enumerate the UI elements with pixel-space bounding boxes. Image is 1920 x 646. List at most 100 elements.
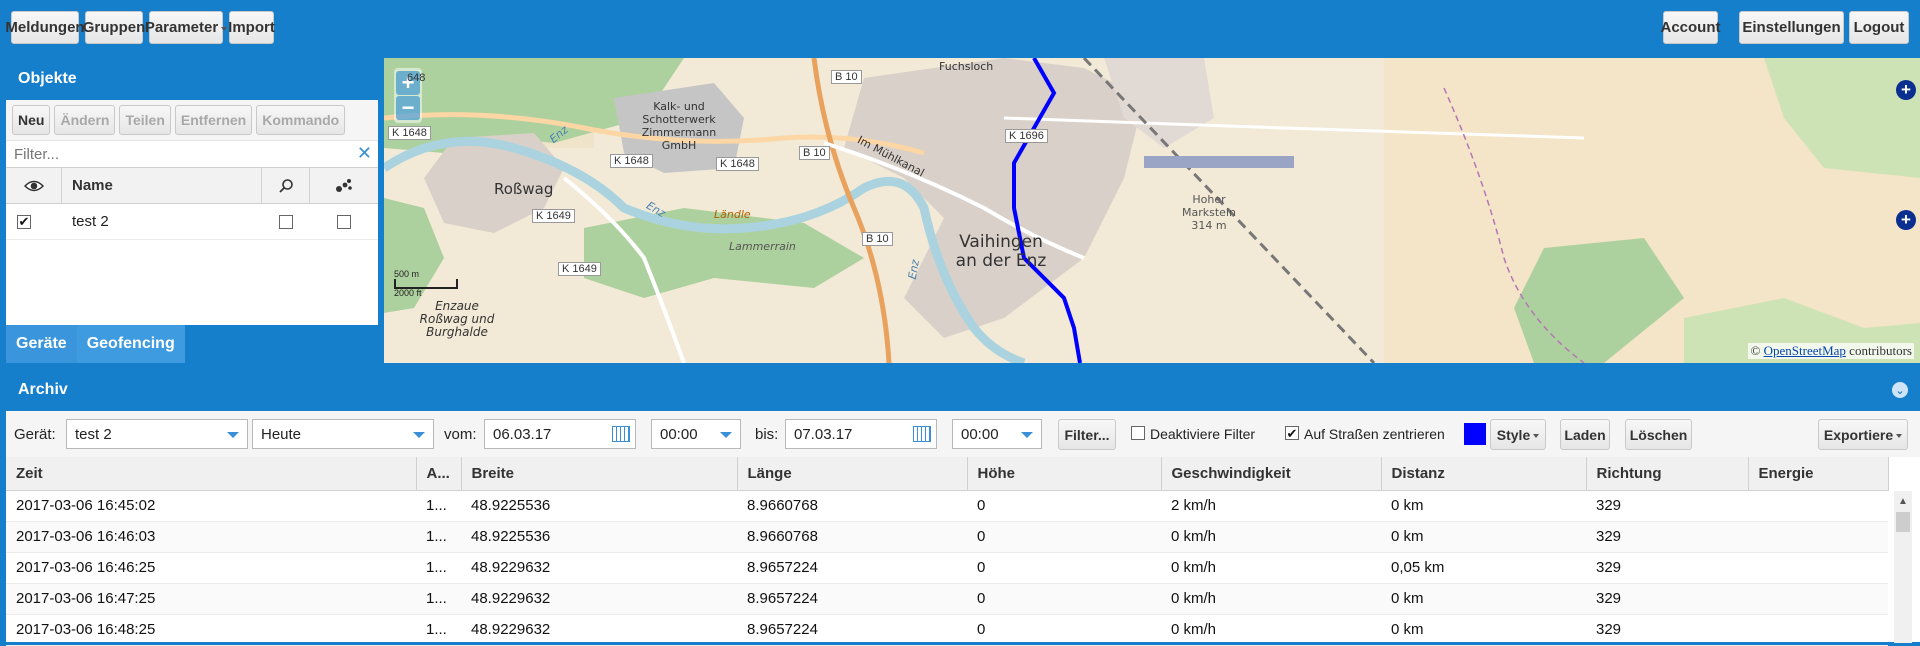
device-filter: ✕ xyxy=(6,140,378,168)
top-toolbar: Meldungen Gruppen Parameter Import Accou… xyxy=(0,0,1920,56)
trail-checkbox[interactable] xyxy=(337,214,351,229)
scroll-up-arrow-icon[interactable]: ▲ xyxy=(1894,494,1912,508)
collapse-icon[interactable]: ⌄ xyxy=(1892,382,1908,398)
trail-column-header[interactable] xyxy=(310,168,378,203)
snap-to-roads-label: Auf Straßen zentrieren xyxy=(1304,426,1445,442)
column-header-longitude[interactable]: Länge xyxy=(737,457,968,491)
period-select[interactable]: Heute xyxy=(252,419,434,449)
zoom-out-button[interactable]: − xyxy=(396,95,420,120)
map-scale-bar: 500 m 2000 ft xyxy=(394,270,458,298)
caret-down-icon xyxy=(1533,433,1540,438)
share-device-button[interactable]: Teilen xyxy=(119,105,171,135)
parameter-menu-button[interactable]: Parameter xyxy=(145,11,228,44)
cell-course: 329 xyxy=(1586,521,1748,553)
cell-distance: 0 km xyxy=(1381,614,1586,646)
device-select[interactable]: test 2 xyxy=(66,419,248,449)
cell-altitude: 0 xyxy=(967,521,1161,553)
attribution-prefix: © xyxy=(1750,343,1761,358)
clear-button[interactable]: Löschen xyxy=(1625,419,1692,450)
column-header-course[interactable]: Richtung xyxy=(1586,457,1749,491)
edit-device-button[interactable]: Ändern xyxy=(54,105,116,135)
cell-distance: 0,05 km xyxy=(1381,552,1586,584)
map-marker-plus-icon[interactable]: + xyxy=(1896,80,1916,100)
follow-checkbox[interactable] xyxy=(279,214,293,229)
visible-checkbox[interactable]: ✔ xyxy=(17,214,31,229)
map-view[interactable]: + − Roßwag Vaihingen an der Enz Kalk- un… xyxy=(384,58,1920,363)
device-label: Gerät: xyxy=(14,426,56,443)
table-row[interactable]: 2017-03-06 16:47:25 1... 48.9229632 8.96… xyxy=(6,583,1888,615)
cell-time: 2017-03-06 16:45:02 xyxy=(6,490,416,522)
table-row[interactable]: 2017-03-06 16:46:03 1... 48.9225536 8.96… xyxy=(6,521,1888,553)
cell-speed: 0 km/h xyxy=(1161,583,1381,615)
column-header-speed[interactable]: Geschwindigkeit xyxy=(1161,457,1382,491)
calendar-icon[interactable] xyxy=(612,426,630,442)
logout-button[interactable]: Logout xyxy=(1849,11,1909,44)
filter-button[interactable]: Filter... xyxy=(1058,419,1116,450)
tab-devices[interactable]: Geräte xyxy=(6,325,77,363)
export-menu-button[interactable]: Exportiere xyxy=(1818,419,1908,450)
to-date-field[interactable]: 07.03.17 xyxy=(785,419,937,449)
column-header-power[interactable]: Energie xyxy=(1748,457,1889,491)
snap-to-roads-checkbox[interactable]: ✔ xyxy=(1285,426,1299,440)
map-marker-plus-icon[interactable]: + xyxy=(1896,210,1916,230)
name-column-header[interactable]: Name xyxy=(62,168,262,203)
account-button[interactable]: Account xyxy=(1661,11,1721,44)
scrollbar-thumb[interactable] xyxy=(1896,512,1910,532)
import-button[interactable]: Import xyxy=(228,11,275,44)
period-select-value: Heute xyxy=(261,425,302,443)
cell-course: 329 xyxy=(1586,552,1748,584)
to-time-field[interactable]: 00:00 xyxy=(952,419,1042,449)
attribution-suffix: contributors xyxy=(1849,343,1912,358)
to-date-value: 07.03.17 xyxy=(794,425,853,443)
tab-geofencing[interactable]: Geofencing xyxy=(76,325,185,363)
cell-course: 329 xyxy=(1586,614,1748,646)
column-header-distance[interactable]: Distanz xyxy=(1381,457,1587,491)
map-label-vaihingen: Vaihingen an der Enz xyxy=(955,232,1047,271)
visibility-column-header[interactable] xyxy=(6,168,62,203)
messages-button[interactable]: Meldungen xyxy=(5,11,85,44)
table-row[interactable]: 2017-03-06 16:48:25 1... 48.9229632 8.96… xyxy=(6,614,1888,646)
cell-latitude: 48.9229632 xyxy=(461,614,737,646)
settings-button[interactable]: Einstellungen xyxy=(1739,11,1844,44)
column-header-attributes[interactable]: A... xyxy=(416,457,462,491)
column-header-time[interactable]: Zeit xyxy=(6,457,417,491)
cell-time: 2017-03-06 16:47:25 xyxy=(6,583,416,615)
cell-longitude: 8.9657224 xyxy=(737,552,967,584)
cell-attributes: 1... xyxy=(416,521,461,553)
openstreetmap-link[interactable]: OpenStreetMap xyxy=(1764,343,1846,358)
remove-device-button[interactable]: Entfernen xyxy=(174,105,253,135)
table-row[interactable]: 2017-03-06 16:46:25 1... 48.9229632 8.96… xyxy=(6,552,1888,584)
table-scrollbar[interactable]: ▲ xyxy=(1894,491,1912,643)
cell-altitude: 0 xyxy=(967,490,1161,522)
map-label-lammerrain: Lammerrain xyxy=(729,240,796,253)
new-device-button[interactable]: Neu xyxy=(12,105,51,135)
cell-attributes: 1... xyxy=(416,583,461,615)
device-filter-input[interactable] xyxy=(12,144,352,164)
command-button[interactable]: Kommando xyxy=(256,105,346,135)
from-time-field[interactable]: 00:00 xyxy=(651,419,741,449)
style-menu-button[interactable]: Style xyxy=(1490,419,1546,450)
calendar-icon[interactable] xyxy=(913,426,931,442)
track-color-swatch[interactable] xyxy=(1464,423,1486,445)
road-label: K 1648 xyxy=(716,157,759,171)
disable-filter-checkbox[interactable] xyxy=(1131,426,1145,440)
device-row[interactable]: ✔ test 2 xyxy=(6,204,378,240)
load-button[interactable]: Laden xyxy=(1560,419,1610,450)
groups-button[interactable]: Gruppen xyxy=(83,11,145,44)
map-label-hoher-markstein: Hoher Markstein 314 m xyxy=(1182,193,1236,232)
parameter-label: Parameter xyxy=(144,19,219,36)
table-row[interactable]: 2017-03-06 16:45:02 1... 48.9225536 8.96… xyxy=(6,490,1888,522)
cell-distance: 0 km xyxy=(1381,583,1586,615)
objects-toolbar: Neu Ändern Teilen Entfernen Kommando xyxy=(6,100,378,140)
column-header-altitude[interactable]: Höhe xyxy=(967,457,1162,491)
dropdown-arrow-icon xyxy=(413,432,425,438)
cell-longitude: 8.9660768 xyxy=(737,521,967,553)
from-date-field[interactable]: 06.03.17 xyxy=(484,419,636,449)
column-header-latitude[interactable]: Breite xyxy=(461,457,738,491)
objects-tabs: Geräte Geofencing xyxy=(6,325,378,363)
search-icon xyxy=(278,178,293,193)
road-label: 648 xyxy=(407,72,426,84)
cell-attributes: 1... xyxy=(416,490,461,522)
follow-column-header[interactable] xyxy=(262,168,310,203)
clear-filter-icon[interactable]: ✕ xyxy=(357,143,372,164)
